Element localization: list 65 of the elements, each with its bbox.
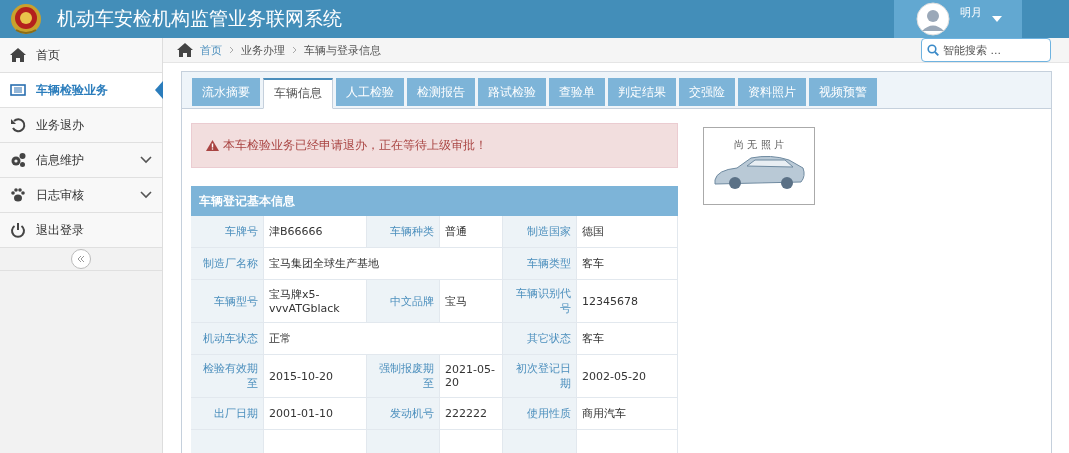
field-label: 车辆类型 xyxy=(503,248,577,279)
field-label: 使用性质 xyxy=(503,398,577,429)
sidebar-item[interactable]: 退出登录 xyxy=(0,213,162,248)
field-label: 制造厂名称 xyxy=(191,248,264,279)
search-icon xyxy=(927,44,939,56)
emblem-icon xyxy=(10,3,42,35)
collapse-sidebar-button[interactable] xyxy=(71,249,91,269)
tab[interactable]: 流水摘要 xyxy=(192,78,260,106)
separator-icon xyxy=(292,46,297,54)
photo-caption: 尚 无 照 片 xyxy=(734,138,784,152)
sidebar-item[interactable]: 业务退办 xyxy=(0,108,162,143)
warning-icon xyxy=(206,140,219,151)
power-icon xyxy=(10,222,26,238)
field-label: 机动车状态 xyxy=(191,323,264,354)
field-value: 12345678 xyxy=(577,280,678,322)
tab[interactable]: 车辆信息 xyxy=(263,78,333,109)
undo-icon xyxy=(10,117,26,133)
sidebar-item[interactable]: 首页 xyxy=(0,38,162,73)
sidebar-item[interactable]: 信息维护 xyxy=(0,143,162,178)
separator-icon xyxy=(229,46,234,54)
app-title: 机动车安检机构监管业务联网系统 xyxy=(57,6,343,31)
avatar-icon xyxy=(916,2,950,36)
tab[interactable]: 视频预警 xyxy=(809,78,877,106)
search-field[interactable]: 智能搜索 ... xyxy=(921,38,1051,62)
tab[interactable]: 路试检验 xyxy=(478,78,546,106)
tab[interactable]: 资料照片 xyxy=(738,78,806,106)
chevron-down-icon xyxy=(140,156,152,164)
field-label: 强制报废期至 xyxy=(367,355,440,397)
home-icon xyxy=(10,47,26,63)
home-icon xyxy=(177,43,193,57)
field-value: 2002-05-20 xyxy=(577,355,678,397)
chevron-down-icon xyxy=(140,191,152,199)
field-label: 车牌号 xyxy=(191,216,264,247)
field-label: 中文品牌 xyxy=(367,280,440,322)
tab[interactable]: 交强险 xyxy=(679,78,735,106)
table-title: 车辆登记基本信息 xyxy=(191,186,678,216)
tab[interactable]: 判定结果 xyxy=(608,78,676,106)
field-value: 客车 xyxy=(577,323,678,354)
field-value: 德国 xyxy=(577,216,678,247)
breadcrumb-item: 业务办理 xyxy=(241,42,285,58)
field-value: 客车 xyxy=(577,248,678,279)
caret-icon xyxy=(992,16,1002,22)
double-chevron-left-icon xyxy=(77,255,85,263)
field-label: 发动机号 xyxy=(367,398,440,429)
tab[interactable]: 人工检验 xyxy=(336,78,404,106)
field-label: 车辆种类 xyxy=(367,216,440,247)
user-menu[interactable]: 明月 xyxy=(894,0,1022,38)
tab[interactable]: 检测报告 xyxy=(407,78,475,106)
alert-message: 本车检验业务已经申请退办，正在等待上级审批！ xyxy=(223,137,487,154)
breadcrumb-item[interactable]: 首页 xyxy=(200,42,222,58)
field-label: 其它状态 xyxy=(503,323,577,354)
sidebar-item[interactable]: 车辆检验业务 xyxy=(0,73,162,108)
sidebar-item[interactable]: 日志审核 xyxy=(0,178,162,213)
field-label: 检验有效期至 xyxy=(191,355,264,397)
gears-icon xyxy=(10,152,26,168)
field-value: 商用汽车 xyxy=(577,398,678,429)
field-label: 车辆型号 xyxy=(191,280,264,322)
paw-icon xyxy=(10,187,26,203)
field-label: 出厂日期 xyxy=(191,398,264,429)
field-label: 车辆识别代号 xyxy=(503,280,577,322)
breadcrumb-item: 车辆与登录信息 xyxy=(304,42,381,58)
field-label: 制造国家 xyxy=(503,216,577,247)
list-icon xyxy=(10,82,26,98)
field-label: 初次登记日期 xyxy=(503,355,577,397)
tab[interactable]: 查验单 xyxy=(549,78,605,106)
